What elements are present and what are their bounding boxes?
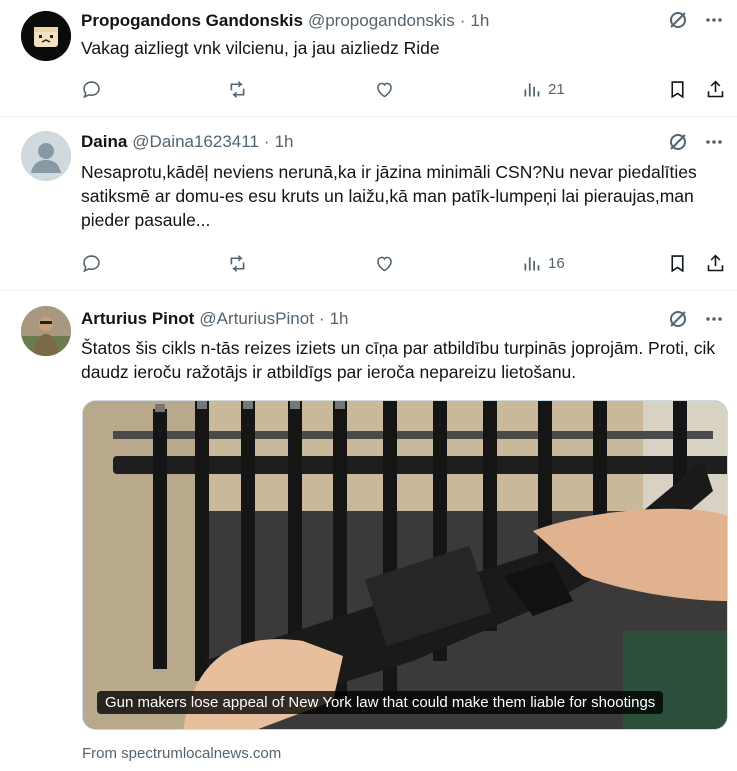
avatar[interactable]: [21, 11, 71, 61]
user-handle[interactable]: @Daina1623411: [132, 132, 259, 152]
grok-icon[interactable]: [667, 308, 689, 330]
repost-icon: [230, 80, 245, 98]
action-bar: 21: [81, 78, 727, 100]
tweet-header: Propogandons Gandonskis @propogandonskis…: [81, 10, 489, 32]
tweet-text: Nesaprotu,kādēļ neviens nerunā,ka ir jāz…: [81, 162, 697, 230]
like-button[interactable]: [374, 78, 395, 100]
tweet[interactable]: Propogandons Gandonskis @propogandonskis…: [0, 0, 737, 117]
repost-icon: [230, 254, 245, 272]
views-icon: [524, 82, 540, 96]
views-count: 21: [548, 80, 565, 98]
views-icon: [524, 256, 540, 270]
views-button[interactable]: 21: [521, 78, 565, 100]
bookmark-icon: [671, 254, 684, 272]
timestamp[interactable]: 1h: [330, 309, 349, 329]
tweet[interactable]: Arturius Pinot @ArturiusPinot · 1h Štato…: [0, 291, 737, 771]
display-name[interactable]: Propogandons Gandonskis: [81, 11, 303, 31]
separator-dot: ·: [459, 11, 466, 30]
tweet-text: Štatos šis cikls n-tās reizes iziets un …: [81, 338, 716, 382]
bookmark-button[interactable]: [667, 78, 688, 100]
user-handle[interactable]: @propogandonskis: [308, 11, 455, 31]
repost-button[interactable]: [227, 252, 248, 274]
grok-icon[interactable]: [667, 9, 689, 31]
reply-button[interactable]: [81, 252, 102, 274]
tweet[interactable]: Daina @Daina1623411 · 1h Nesaprotu,kādēļ…: [0, 117, 737, 291]
user-handle[interactable]: @ArturiusPinot: [199, 309, 314, 329]
reply-icon: [83, 80, 100, 98]
bookmark-button[interactable]: [667, 252, 688, 274]
reply-button[interactable]: [81, 78, 102, 100]
views-button[interactable]: 16: [521, 252, 565, 274]
timestamp[interactable]: 1h: [275, 132, 294, 152]
link-source[interactable]: From spectrumlocalnews.com: [82, 745, 281, 762]
more-icon[interactable]: [703, 308, 725, 330]
share-button[interactable]: [705, 78, 726, 100]
display-name[interactable]: Daina: [81, 132, 127, 152]
tweet-header: Arturius Pinot @ArturiusPinot · 1h: [81, 308, 349, 330]
separator-dot: ·: [263, 132, 270, 151]
gun-rack-photo: [83, 401, 727, 729]
timestamp[interactable]: 1h: [470, 11, 489, 31]
more-icon[interactable]: [703, 9, 725, 31]
repost-button[interactable]: [227, 78, 248, 100]
grok-icon[interactable]: [667, 131, 689, 153]
reply-icon: [83, 254, 100, 272]
tweet-header: Daina @Daina1623411 · 1h: [81, 131, 294, 153]
bookmark-icon: [671, 80, 684, 98]
avatar[interactable]: [21, 306, 71, 356]
toast-face-icon: [21, 11, 71, 61]
like-button[interactable]: [374, 252, 395, 274]
share-icon: [707, 254, 724, 271]
more-icon[interactable]: [703, 131, 725, 153]
link-card-image[interactable]: Gun makers lose appeal of New York law t…: [82, 400, 728, 730]
views-count: 16: [548, 254, 565, 272]
share-icon: [707, 80, 724, 97]
tweet-text: Vakag aizliegt vnk vilcienu, ja jau aizl…: [81, 38, 440, 58]
separator-dot: ·: [318, 309, 325, 328]
person-photo-icon: [21, 306, 71, 356]
avatar[interactable]: [21, 131, 71, 181]
share-button[interactable]: [705, 252, 726, 274]
like-icon: [377, 256, 392, 271]
media-caption: Gun makers lose appeal of New York law t…: [97, 691, 664, 714]
action-bar: 16: [81, 252, 727, 274]
like-icon: [377, 82, 392, 97]
default-user-icon: [21, 131, 71, 181]
display-name[interactable]: Arturius Pinot: [81, 309, 194, 329]
